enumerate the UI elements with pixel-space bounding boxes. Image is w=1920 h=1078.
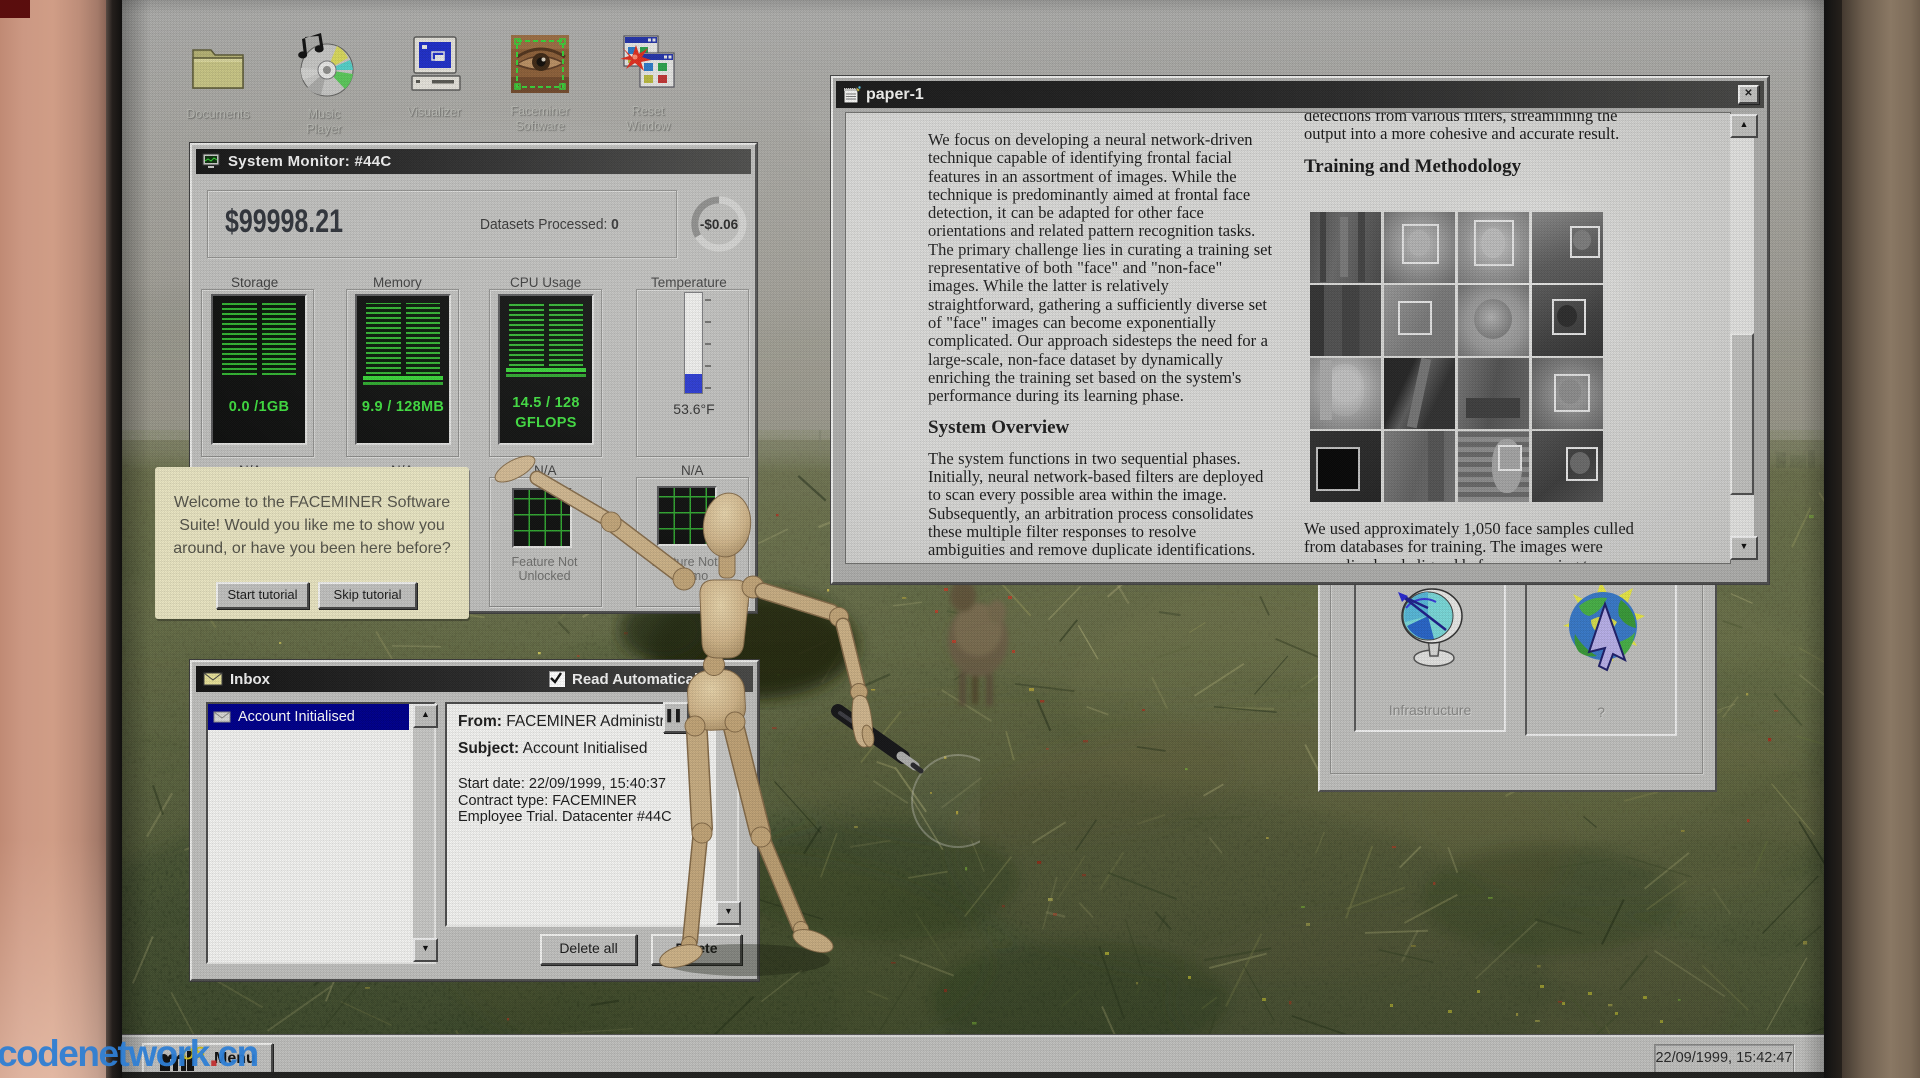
svg-text:-$0.06: -$0.06: [700, 217, 739, 232]
